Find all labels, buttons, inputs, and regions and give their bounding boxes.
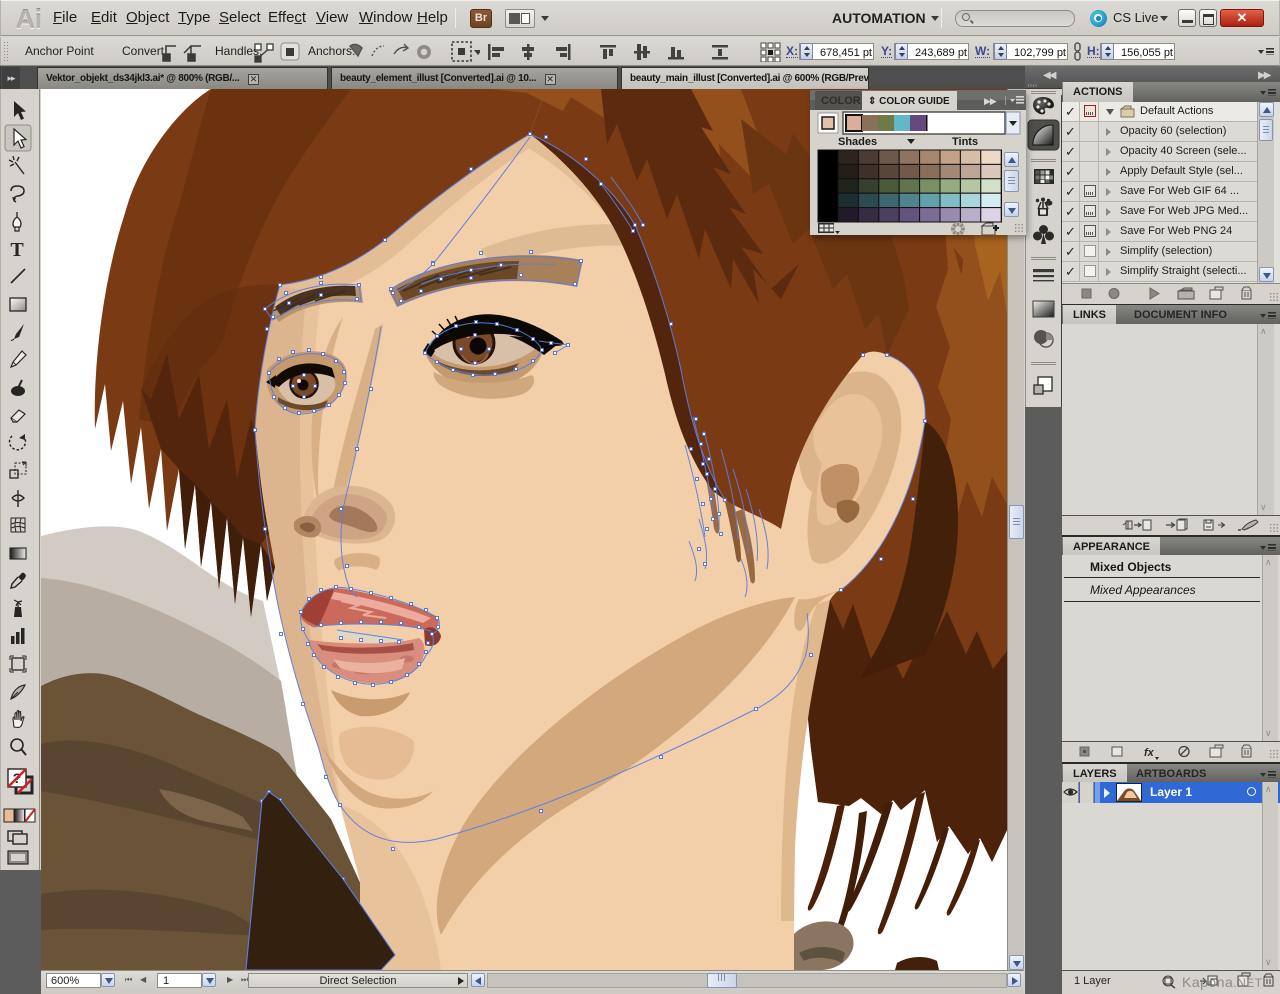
svg-text:T: T (10, 239, 24, 261)
svg-text:⇕ COLOR GUIDE: ⇕ COLOR GUIDE (868, 96, 950, 107)
svg-text:COLOR: COLOR (821, 95, 861, 107)
svg-text:fx: fx (1144, 747, 1155, 759)
svg-text:▶▶: ▶▶ (984, 96, 997, 106)
svg-text:Tints: Tints (952, 136, 978, 148)
svg-text:Shades: Shades (838, 136, 877, 148)
